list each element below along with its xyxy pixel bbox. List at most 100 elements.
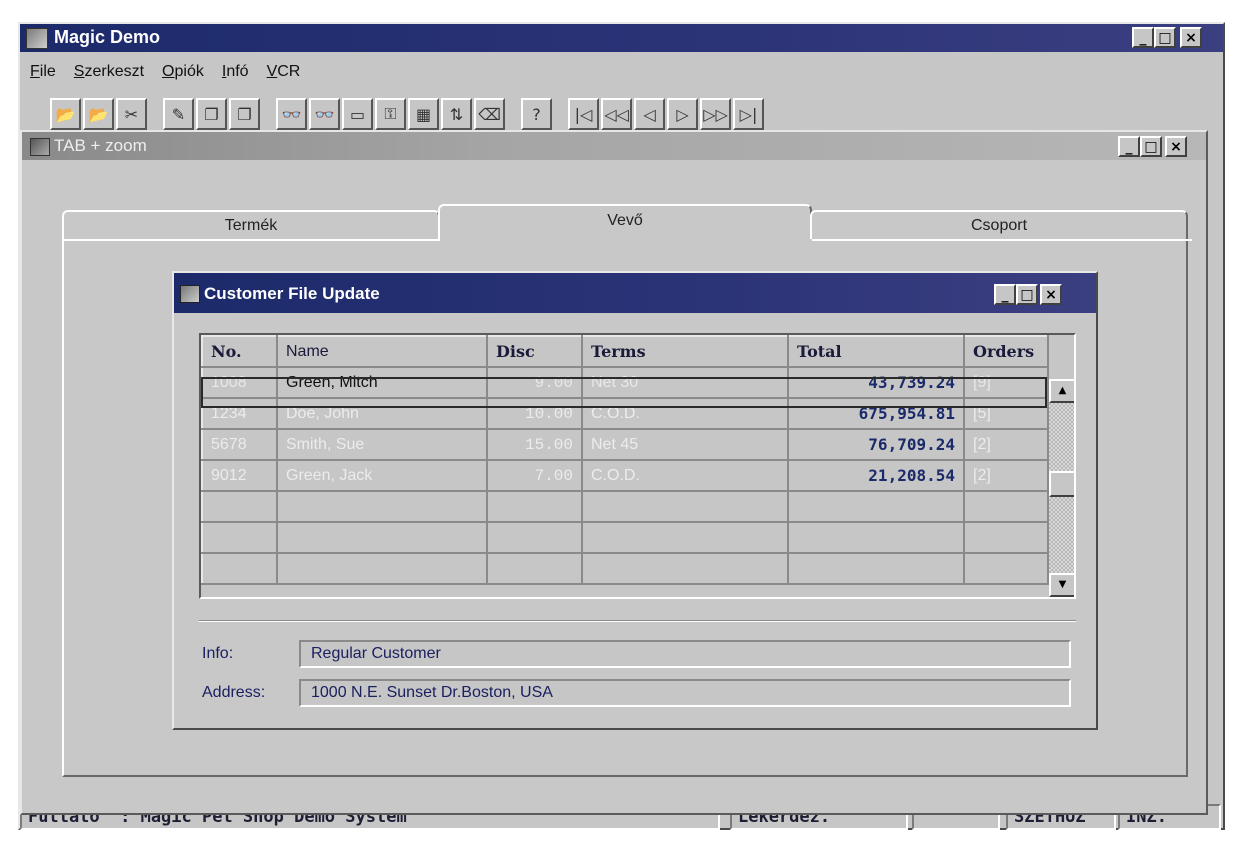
tab-termek[interactable]: Termék bbox=[62, 210, 440, 240]
previous-page-icon[interactable]: ◁◁ bbox=[601, 98, 632, 130]
tab-window-maximize-button[interactable]: □ bbox=[1140, 136, 1162, 157]
cell-total: 21,208.54 bbox=[787, 459, 965, 492]
cell-name: Green, Jack bbox=[276, 459, 488, 492]
customer-window-minimize-button[interactable]: _ bbox=[994, 284, 1016, 305]
maximize-button[interactable]: □ bbox=[1154, 27, 1176, 48]
customer-window-maximize-button[interactable]: □ bbox=[1016, 284, 1038, 305]
table-row[interactable]: 9012 Green, Jack 7.00 C.O.D. 21,208.54 [2] bbox=[201, 459, 1049, 492]
cell-disc: 7.00 bbox=[486, 459, 583, 492]
first-record-icon[interactable]: |◁ bbox=[568, 98, 599, 130]
menu-item-4[interactable]: VCR bbox=[267, 63, 301, 81]
cell-no: 9012 bbox=[201, 459, 278, 492]
key-icon[interactable]: ⚿ bbox=[375, 98, 406, 130]
table-row[interactable]: 1008 Green, Mitch 9.00 Net 30 43,739.24 [9] bbox=[201, 366, 1049, 399]
cell-no bbox=[201, 490, 278, 523]
cell-no bbox=[201, 552, 278, 585]
cell-disc bbox=[486, 521, 583, 554]
close-button[interactable]: × bbox=[1180, 27, 1202, 48]
arrows-icon[interactable]: ⇅ bbox=[441, 98, 472, 130]
column-header-no[interactable]: No. bbox=[201, 335, 278, 368]
customer-window-title: Customer File Update bbox=[204, 284, 380, 303]
window-icon[interactable]: ▭ bbox=[342, 98, 373, 130]
column-header-name[interactable]: Name bbox=[276, 335, 488, 368]
cell-terms: C.O.D. bbox=[581, 459, 789, 492]
main-title-bar[interactable]: Magic Demo _ □ × bbox=[20, 24, 1223, 52]
column-header-total[interactable]: Total bbox=[787, 335, 965, 368]
tab-vevo[interactable]: Vevő bbox=[438, 204, 812, 240]
info-field[interactable]: Regular Customer bbox=[299, 640, 1071, 668]
menu-item-2[interactable]: Opiók bbox=[162, 63, 204, 81]
customer-file-window: Customer File Update _ □ × No. Name Disc… bbox=[172, 271, 1098, 730]
table-row[interactable] bbox=[201, 521, 1049, 554]
last-record-icon[interactable]: ▷| bbox=[733, 98, 764, 130]
cell-name bbox=[276, 490, 488, 523]
previous-record-icon[interactable]: ◁ bbox=[634, 98, 665, 130]
cell-orders: [2] bbox=[963, 428, 1049, 461]
next-page-icon[interactable]: ▷▷ bbox=[700, 98, 731, 130]
help-icon[interactable]: ? bbox=[521, 98, 552, 130]
table-row[interactable]: 1234 Doe, John 10.00 C.O.D. 675,954.81 [5] bbox=[201, 397, 1049, 430]
scroll-thumb[interactable] bbox=[1049, 471, 1074, 497]
cell-terms bbox=[581, 552, 789, 585]
tab-window-close-button[interactable]: × bbox=[1165, 136, 1187, 157]
table-row[interactable]: 5678 Smith, Sue 15.00 Net 45 76,709.24 [2] bbox=[201, 428, 1049, 461]
eraser-icon[interactable]: ⌫ bbox=[474, 98, 505, 130]
keyboard-icon[interactable]: ▦ bbox=[408, 98, 439, 130]
tab-csoport[interactable]: Csoport bbox=[810, 210, 1188, 240]
app-icon bbox=[26, 28, 48, 49]
tools-icon[interactable]: ✂ bbox=[116, 98, 147, 130]
cell-no bbox=[201, 521, 278, 554]
cell-orders: [9] bbox=[963, 366, 1049, 399]
cell-terms bbox=[581, 490, 789, 523]
cell-no: 1234 bbox=[201, 397, 278, 430]
menu-item-1[interactable]: Szerkeszt bbox=[74, 63, 144, 81]
cell-disc: 15.00 bbox=[486, 428, 583, 461]
cell-no: 5678 bbox=[201, 428, 278, 461]
customer-grid: No. Name Disc Terms Total Orders 1008 Gre… bbox=[199, 333, 1076, 599]
table-row[interactable] bbox=[201, 490, 1049, 523]
column-header-orders[interactable]: Orders bbox=[963, 335, 1049, 368]
customer-window-close-button[interactable]: × bbox=[1040, 284, 1062, 305]
table-header-row: No. Name Disc Terms Total Orders bbox=[201, 335, 1049, 368]
binoculars-icon[interactable]: 👓 bbox=[276, 98, 307, 130]
cell-total: 43,739.24 bbox=[787, 366, 965, 399]
copy-icon[interactable]: ❐ bbox=[196, 98, 227, 130]
toolbar: 📂 📂 ✂ ✎ ❐ ❐ 👓 👓 ▭ ⚿ ▦ ⇅ ⌫? |◁ ◁◁ ◁ ▷ ▷▷ ▷| bbox=[50, 98, 1170, 134]
cell-total bbox=[787, 521, 965, 554]
binoculars-plus-icon[interactable]: 👓 bbox=[309, 98, 340, 130]
cell-name: Smith, Sue bbox=[276, 428, 488, 461]
tab-window-minimize-button[interactable]: _ bbox=[1118, 136, 1140, 157]
tab-window-title-bar[interactable]: TAB + zoom _ □ × bbox=[22, 132, 1206, 160]
paste-icon[interactable]: ❐ bbox=[229, 98, 260, 130]
vertical-scrollbar[interactable]: ▲ ▼ bbox=[1049, 379, 1074, 597]
minimize-button[interactable]: _ bbox=[1132, 27, 1154, 48]
cell-terms: Net 30 bbox=[581, 366, 789, 399]
customer-window-icon bbox=[180, 285, 200, 303]
table-row[interactable] bbox=[201, 552, 1049, 585]
cell-orders: [5] bbox=[963, 397, 1049, 430]
open-folder-icon[interactable]: 📂 bbox=[50, 98, 81, 130]
address-field[interactable]: 1000 N.E. Sunset Dr.Boston, USA bbox=[299, 679, 1071, 707]
column-header-disc[interactable]: Disc bbox=[486, 335, 583, 368]
menu-item-0[interactable]: File bbox=[30, 63, 56, 81]
scroll-up-button[interactable]: ▲ bbox=[1049, 379, 1074, 403]
column-header-terms[interactable]: Terms bbox=[581, 335, 789, 368]
cell-disc: 10.00 bbox=[486, 397, 583, 430]
cell-name bbox=[276, 552, 488, 585]
menu-bar: File Szerkeszt Opiók Infó VCR bbox=[30, 60, 318, 84]
next-record-icon[interactable]: ▷ bbox=[667, 98, 698, 130]
cell-name: Doe, John bbox=[276, 397, 488, 430]
cell-total bbox=[787, 552, 965, 585]
cell-name: Green, Mitch bbox=[276, 366, 488, 399]
edit-icon[interactable]: ✎ bbox=[163, 98, 194, 130]
cell-disc bbox=[486, 552, 583, 585]
menu-item-3[interactable]: Infó bbox=[222, 63, 249, 81]
open-folder-arrow-icon[interactable]: 📂 bbox=[83, 98, 114, 130]
customer-table: No. Name Disc Terms Total Orders 1008 Gre… bbox=[201, 335, 1049, 585]
customer-window-title-bar[interactable]: Customer File Update _ □ × bbox=[174, 273, 1096, 313]
cell-terms: Net 45 bbox=[581, 428, 789, 461]
app-title: Magic Demo bbox=[54, 27, 161, 47]
cell-terms: C.O.D. bbox=[581, 397, 789, 430]
cell-orders: [2] bbox=[963, 459, 1049, 492]
scroll-down-button[interactable]: ▼ bbox=[1049, 573, 1074, 597]
